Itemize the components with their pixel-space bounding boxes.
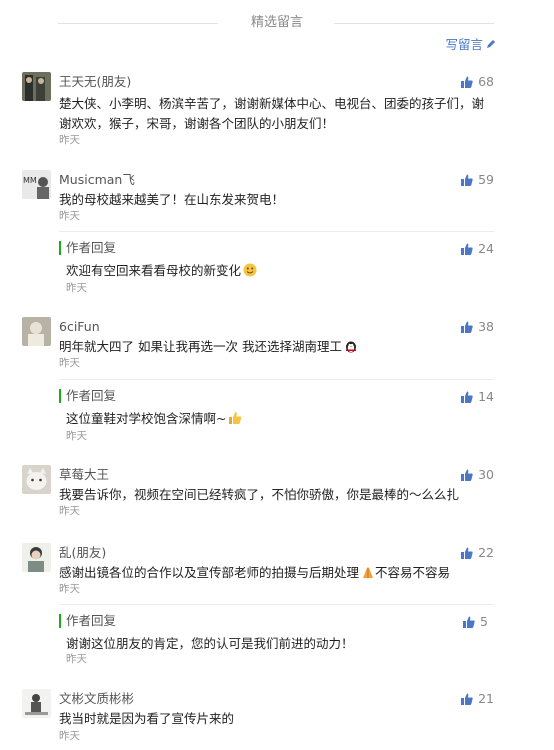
like-button[interactable]: 68 bbox=[461, 74, 494, 90]
author-reply: 作者回复 24 欢迎有空回来看看母校的新变化 昨天 bbox=[59, 231, 494, 296]
author-reply-tag: 作者回复 bbox=[59, 614, 116, 628]
reply-time: 昨天 bbox=[66, 653, 87, 665]
penguin-emoji-icon bbox=[344, 339, 358, 353]
avatar[interactable] bbox=[22, 543, 51, 572]
thumbs-up-icon bbox=[461, 321, 473, 333]
like-count: 59 bbox=[478, 172, 494, 187]
avatar[interactable] bbox=[22, 465, 51, 494]
like-button[interactable]: 21 bbox=[461, 691, 494, 707]
svg-text:MM: MM bbox=[23, 176, 37, 185]
thumbs-up-emoji-icon bbox=[228, 411, 242, 425]
comment-time: 昨天 bbox=[59, 505, 80, 517]
reply-divider bbox=[59, 604, 494, 605]
reply-text: 谢谢这位朋友的肯定，您的认可是我们前进的动力！ bbox=[66, 636, 354, 651]
comment-text: 明年就大四了 如果让我再选一次 我还选择湖南理工 bbox=[59, 339, 342, 354]
section-header: 精选留言 bbox=[0, 14, 554, 34]
comment-time: 昨天 bbox=[59, 583, 80, 595]
pen-icon bbox=[486, 36, 496, 54]
avatar[interactable] bbox=[22, 317, 51, 346]
thumbs-up-icon bbox=[461, 693, 473, 705]
comment-text-after: 不容易不容易 bbox=[375, 565, 451, 580]
write-comment-button[interactable]: 写留言 bbox=[445, 36, 496, 54]
like-count: 5 bbox=[480, 614, 488, 629]
comment-item: 王天无(朋友) 68 楚大侠、小李明、杨滨辛苦了，谢谢新媒体中心、电视台、团委的… bbox=[22, 72, 494, 147]
comment-time: 昨天 bbox=[59, 357, 80, 369]
comment-text: 楚大侠、小李明、杨滨辛苦了，谢谢新媒体中心、电视台、团委的孩子们，谢谢欢欢，猴子… bbox=[59, 96, 485, 131]
thumbs-up-icon bbox=[461, 174, 473, 186]
reply-divider bbox=[59, 379, 494, 380]
avatar[interactable]: MM bbox=[22, 170, 51, 199]
reply-divider bbox=[59, 231, 494, 232]
reply-text: 欢迎有空回来看看母校的新变化 bbox=[66, 263, 242, 278]
commenter-name: Musicman飞 bbox=[59, 172, 135, 187]
commenter-name: 6ciFun bbox=[59, 319, 100, 334]
thumbs-up-icon bbox=[463, 616, 475, 628]
like-button[interactable]: 38 bbox=[461, 319, 494, 335]
like-button[interactable]: 24 bbox=[461, 241, 494, 257]
author-reply: 作者回复 5 谢谢这位朋友的肯定，您的认可是我们前进的动力！ 昨天 bbox=[59, 604, 494, 669]
comment-text: 我要告诉你，视频在空间已经转疯了，不怕你骄傲，你是最棒的～么么扎 bbox=[59, 487, 460, 502]
thumbs-up-icon bbox=[461, 391, 473, 403]
like-button[interactable]: 30 bbox=[461, 467, 494, 483]
comment-text-row: 感谢出镜各位的合作以及宣传部老师的拍摄与后期处理 不容易不容易 bbox=[59, 563, 450, 583]
like-count: 22 bbox=[478, 545, 494, 560]
comment-text-row: 明年就大四了 如果让我再选一次 我还选择湖南理工 bbox=[59, 337, 358, 357]
comment-item: 草莓大王 30 我要告诉你，视频在空间已经转疯了，不怕你骄傲，你是最棒的～么么扎… bbox=[22, 465, 494, 525]
comment-item: MM Musicman飞 59 我的母校越来越美了！在山东发来贺电！ 昨天 bbox=[22, 170, 494, 230]
commenter-name: 乱(朋友) bbox=[59, 545, 107, 560]
header-divider-right bbox=[334, 23, 494, 24]
author-reply-tag: 作者回复 bbox=[59, 389, 116, 403]
like-count: 68 bbox=[478, 74, 494, 89]
comment-time: 昨天 bbox=[59, 210, 80, 222]
comment-text: 我的母校越来越美了！在山东发来贺电！ bbox=[59, 192, 285, 207]
like-button[interactable]: 22 bbox=[461, 545, 494, 561]
commenter-name: 王天无(朋友) bbox=[59, 74, 132, 89]
author-reply-tag: 作者回复 bbox=[59, 241, 116, 255]
thumbs-up-icon bbox=[461, 547, 473, 559]
smile-emoji-icon bbox=[243, 263, 257, 277]
avatar[interactable] bbox=[22, 72, 51, 101]
comment-item: 乱(朋友) 22 感谢出镜各位的合作以及宣传部老师的拍摄与后期处理 不容易不容易 … bbox=[22, 543, 494, 603]
comments-page: 精选留言 写留言 王天无(朋友) 68 楚大侠、小李明、杨滨辛苦了，谢谢新媒体中… bbox=[0, 0, 554, 750]
reply-time: 昨天 bbox=[66, 430, 87, 442]
thumbs-up-icon bbox=[461, 243, 473, 255]
comment-time: 昨天 bbox=[59, 730, 80, 742]
thumbs-up-icon bbox=[461, 469, 473, 481]
like-count: 38 bbox=[478, 319, 494, 334]
author-reply: 作者回复 14 这位童鞋对学校饱含深情啊~ 昨天 bbox=[59, 379, 494, 444]
comment-item: 6ciFun 38 明年就大四了 如果让我再选一次 我还选择湖南理工 昨天 bbox=[22, 317, 494, 377]
like-count: 21 bbox=[478, 691, 494, 706]
avatar[interactable] bbox=[22, 689, 51, 718]
comment-text: 感谢出镜各位的合作以及宣传部老师的拍摄与后期处理 bbox=[59, 565, 360, 580]
like-button[interactable]: 14 bbox=[461, 389, 494, 405]
commenter-name: 文彬文质彬彬 bbox=[59, 691, 135, 706]
like-button[interactable]: 59 bbox=[461, 172, 494, 188]
like-button[interactable]: 5 bbox=[463, 614, 488, 630]
comment-text: 我当时就是因为看了宣传片来的 bbox=[59, 711, 235, 726]
comment-time: 昨天 bbox=[59, 134, 80, 146]
thumbs-up-icon bbox=[461, 76, 473, 88]
like-count: 14 bbox=[478, 389, 494, 404]
reply-text-row: 这位童鞋对学校饱含深情啊~ bbox=[66, 409, 242, 429]
like-count: 24 bbox=[478, 241, 494, 256]
hands-emoji-icon bbox=[361, 565, 375, 579]
reply-text-row: 欢迎有空回来看看母校的新变化 bbox=[66, 261, 257, 281]
like-count: 30 bbox=[478, 467, 494, 482]
reply-time: 昨天 bbox=[66, 282, 87, 294]
comment-item: 文彬文质彬彬 21 我当时就是因为看了宣传片来的 昨天 bbox=[22, 689, 494, 749]
write-comment-label: 写留言 bbox=[445, 37, 483, 52]
reply-text: 这位童鞋对学校饱含深情啊~ bbox=[66, 411, 227, 426]
commenter-name: 草莓大王 bbox=[59, 467, 110, 482]
